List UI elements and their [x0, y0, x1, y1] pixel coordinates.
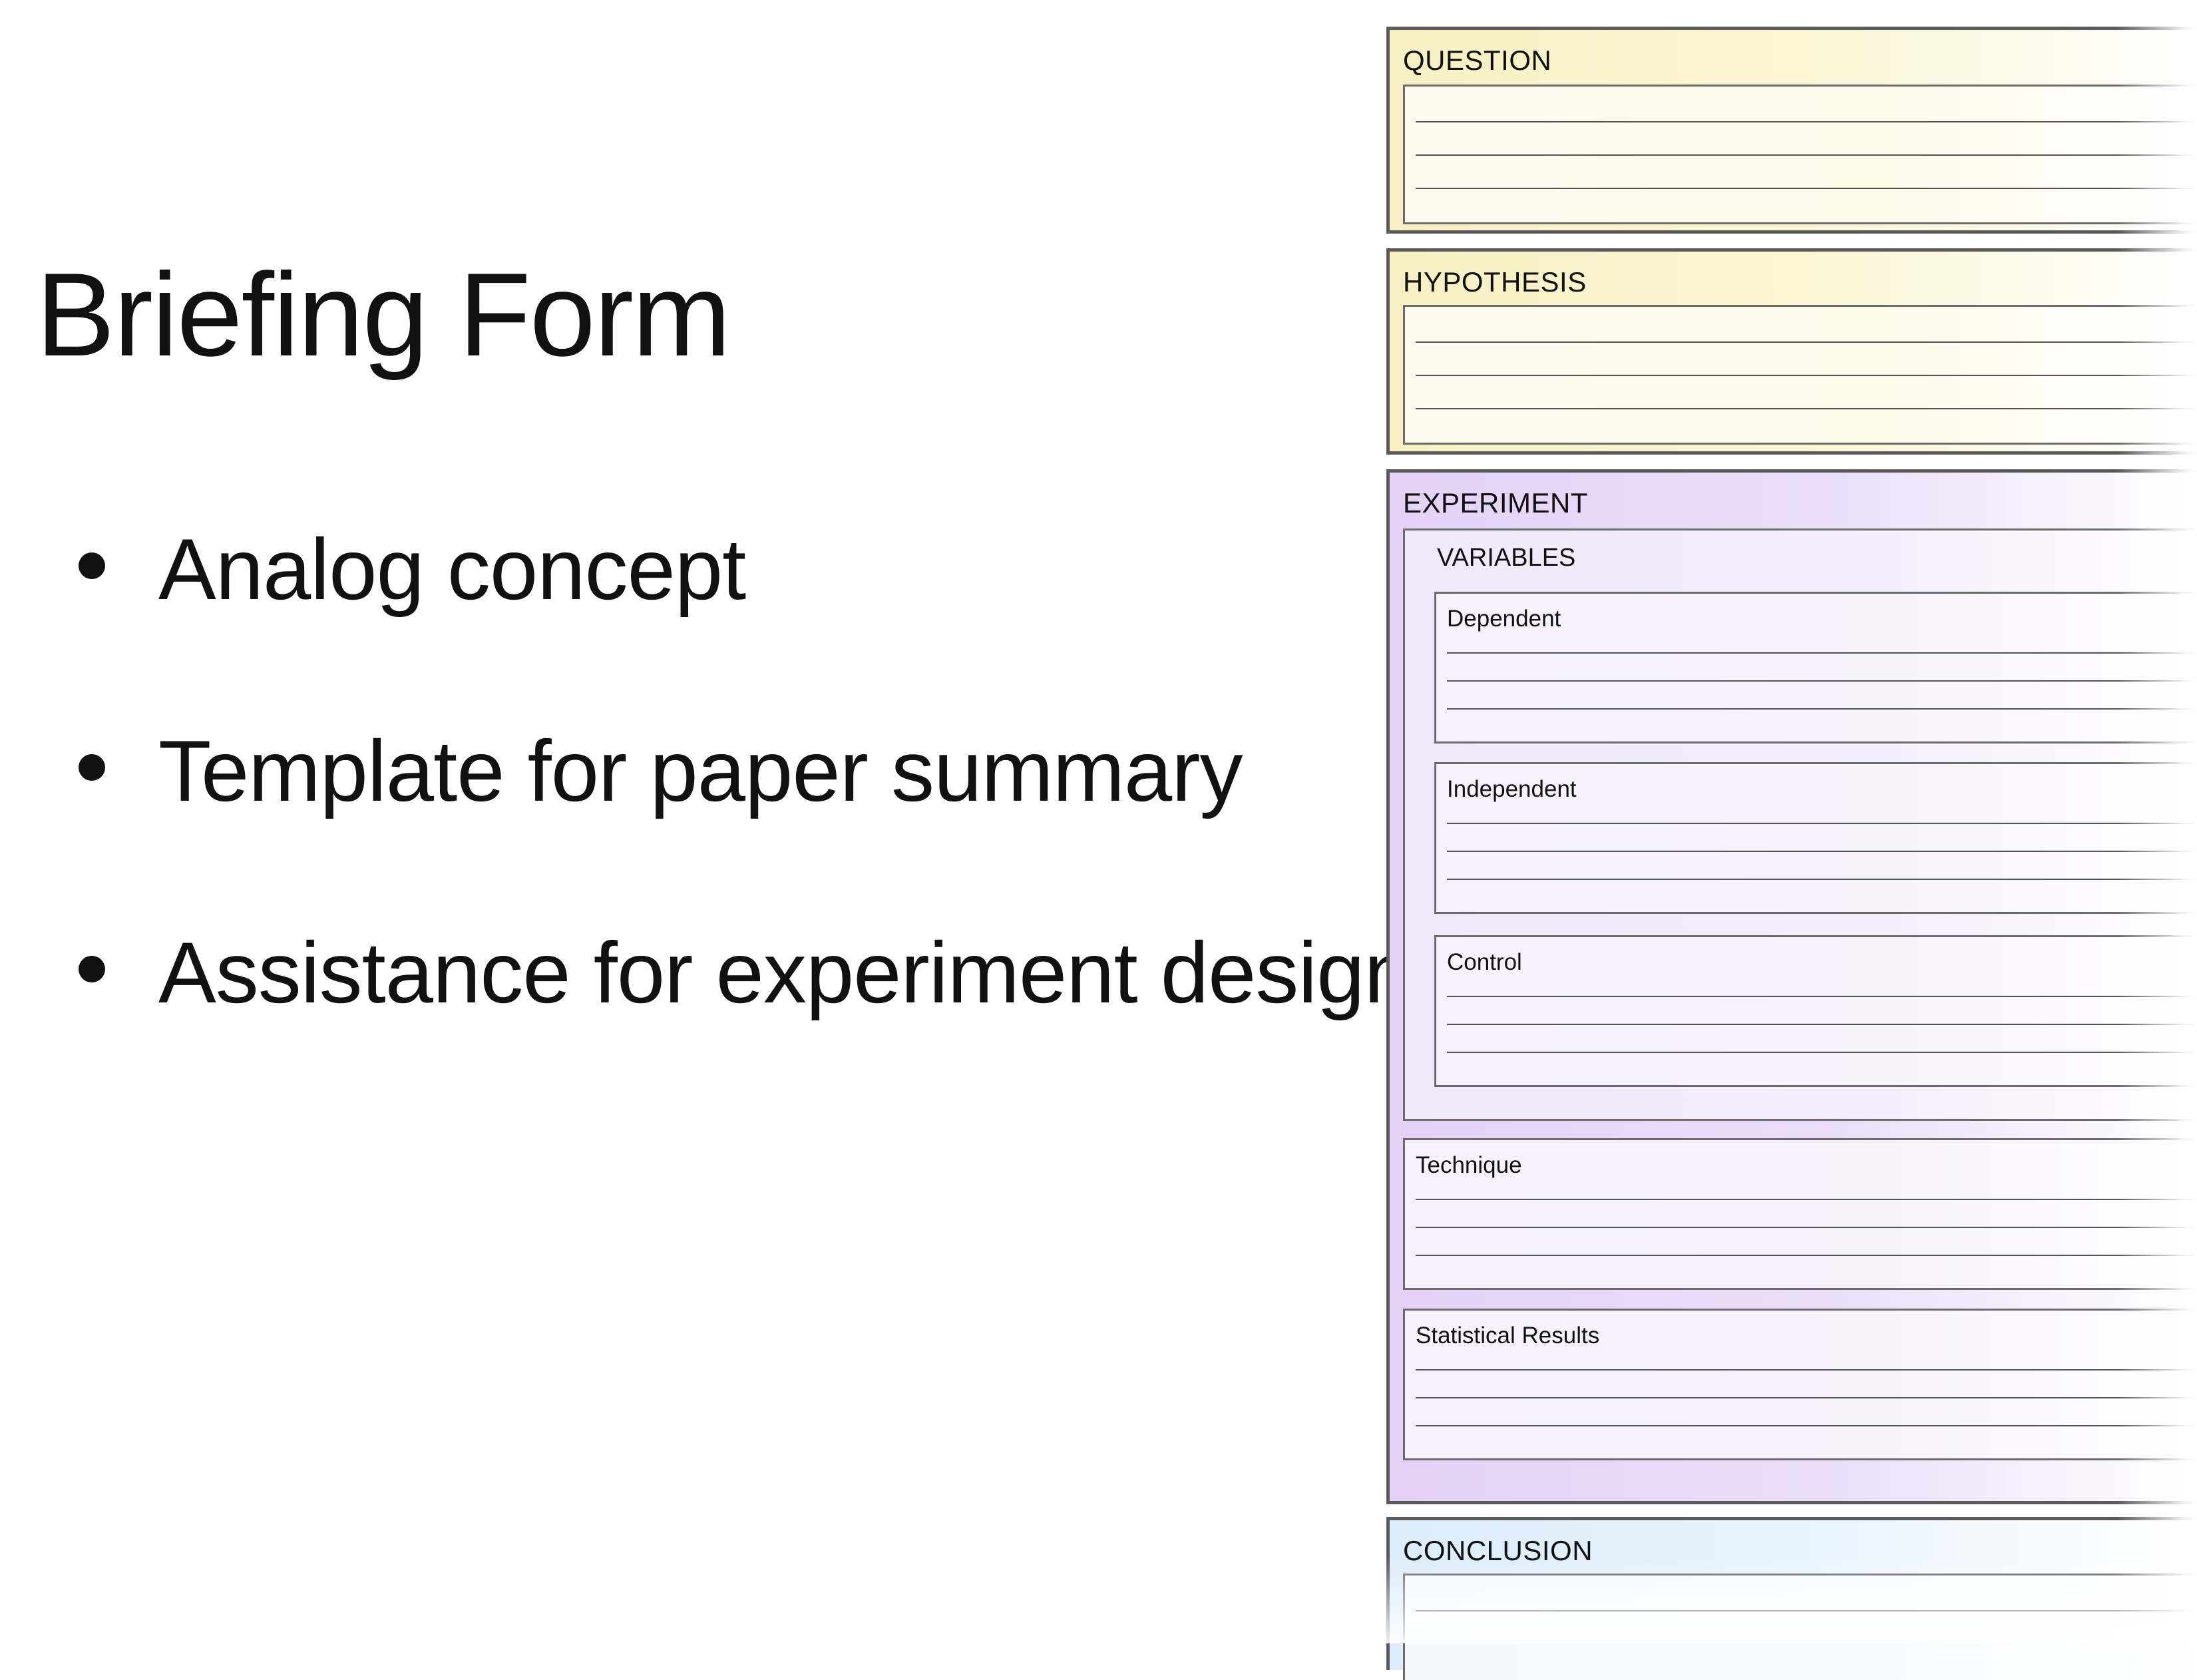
hypothesis-section: HYPOTHESIS [1386, 248, 2197, 455]
answer-line [1416, 188, 2197, 189]
answer-line [1416, 375, 2197, 376]
answer-line [1416, 341, 2197, 343]
bullet-dot [79, 552, 105, 579]
independent-label: Independent [1447, 776, 1577, 802]
conclusion-section: CONCLUSION [1386, 1517, 2197, 1680]
conclusion-title: CONCLUSION [1403, 1535, 1593, 1566]
answer-line [1447, 996, 2197, 997]
hypothesis-title: HYPOTHESIS [1403, 266, 1587, 298]
slide-title: Briefing Form [36, 248, 731, 381]
answer-line [1416, 1255, 2197, 1256]
answer-line [1447, 1052, 2197, 1053]
technique-label: Technique [1416, 1152, 1522, 1178]
answer-line [1416, 1369, 2197, 1370]
statistical-results-box: Statistical Results [1403, 1309, 2197, 1460]
variables-title: VARIABLES [1437, 544, 1576, 572]
answer-line [1416, 1610, 2197, 1611]
answer-line [1416, 121, 2197, 122]
answer-line [1447, 708, 2197, 710]
bullet-text: Template for paper summary [158, 722, 1243, 819]
variables-box: VARIABLES Dependent Independent Control [1403, 528, 2197, 1121]
control-box: Control [1434, 935, 2197, 1087]
answer-line [1416, 1425, 2197, 1426]
hypothesis-answer-box [1403, 305, 2197, 445]
bullet-text: Analog concept [158, 521, 746, 618]
answer-line [1447, 879, 2197, 880]
answer-line [1416, 1199, 2197, 1200]
answer-line [1416, 408, 2197, 409]
control-label: Control [1447, 949, 1522, 975]
bullet-text: Assistance for experiment design [158, 924, 1412, 1021]
question-title: QUESTION [1403, 45, 1552, 76]
experiment-section: EXPERIMENT VARIABLES Dependent Independe… [1386, 469, 2197, 1504]
bullet-dot [79, 956, 105, 982]
answer-line [1416, 154, 2197, 156]
answer-line [1447, 652, 2197, 654]
answer-line [1447, 680, 2197, 682]
dependent-label: Dependent [1447, 606, 1561, 632]
answer-line [1447, 1024, 2197, 1025]
technique-box: Technique [1403, 1138, 2197, 1290]
bullet-dot [79, 754, 105, 781]
question-section: QUESTION [1386, 27, 2197, 234]
answer-line [1447, 823, 2197, 824]
experiment-title: EXPERIMENT [1403, 487, 1589, 519]
answer-line [1416, 1397, 2197, 1398]
independent-box: Independent [1434, 762, 2197, 914]
statistical-results-label: Statistical Results [1416, 1323, 1600, 1349]
briefing-form-image: QUESTION HYPOTHESIS EXPERIMENT VARIABLES… [1386, 27, 2197, 1680]
answer-line [1447, 851, 2197, 852]
conclusion-answer-box [1403, 1574, 2197, 1680]
answer-line [1416, 1227, 2197, 1228]
question-answer-box [1403, 85, 2197, 224]
dependent-box: Dependent [1434, 592, 2197, 743]
